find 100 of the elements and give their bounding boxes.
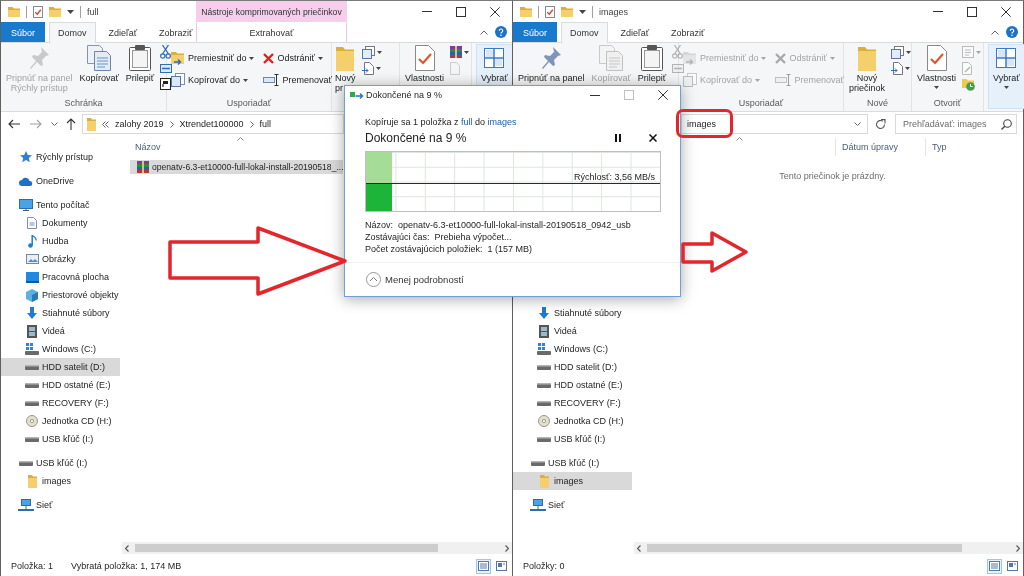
nav-item[interactable]: HDD satelit (D:) bbox=[1, 358, 120, 376]
nav-item[interactable]: images bbox=[513, 472, 632, 490]
nav-item[interactable]: Dokumenty bbox=[1, 214, 120, 232]
select-button[interactable]: Vybrať bbox=[988, 44, 1024, 109]
nav-item[interactable]: images bbox=[1, 472, 120, 490]
details-view-button[interactable] bbox=[476, 558, 491, 574]
target-folder-link[interactable]: images bbox=[487, 117, 517, 127]
caret-up-icon[interactable] bbox=[480, 29, 488, 35]
file-row[interactable]: openatv-6.3-et10000-full-lokal-install-20190518_... bbox=[130, 160, 343, 174]
nav-item[interactable]: RECOVERY (F:) bbox=[1, 394, 120, 412]
ribbon-tab[interactable]: Domov bbox=[561, 22, 608, 43]
nav-item[interactable]: Rýchly prístup bbox=[1, 148, 120, 166]
nav-item[interactable]: Stiahnuté súbory bbox=[513, 304, 632, 322]
cut-button[interactable] bbox=[160, 44, 173, 60]
breadcrumb[interactable]: zalohy 2019 bbox=[115, 119, 164, 129]
ribbon-tab[interactable]: Zdieľať bbox=[611, 22, 659, 42]
large-icons-view-button[interactable] bbox=[494, 558, 509, 574]
paste-button[interactable]: Prilepiť bbox=[122, 44, 158, 97]
chevron-right-icon[interactable] bbox=[1016, 544, 1020, 552]
network-icon bbox=[18, 499, 34, 511]
checkmark-page-icon[interactable] bbox=[33, 5, 43, 18]
column-header[interactable]: Typ bbox=[932, 142, 947, 152]
chevron-right-icon[interactable] bbox=[169, 120, 174, 128]
caret-icon[interactable] bbox=[67, 9, 74, 14]
breadcrumb[interactable]: Xtrendet100000 bbox=[179, 119, 244, 129]
nav-item[interactable]: Stiahnuté súbory bbox=[1, 304, 120, 322]
column-header[interactable]: Názov bbox=[135, 142, 161, 152]
file-tab[interactable]: Súbor bbox=[1, 22, 46, 42]
nav-item[interactable]: Videá bbox=[513, 322, 632, 340]
breadcrumb[interactable]: full bbox=[259, 119, 272, 129]
nav-item[interactable]: USB kľúč (I:) bbox=[513, 430, 632, 448]
nav-item[interactable]: Sieť bbox=[1, 496, 120, 514]
nav-item[interactable]: Jednotka CD (H:) bbox=[1, 412, 120, 430]
double-chevron-icon[interactable] bbox=[102, 120, 109, 128]
nav-item[interactable]: USB kľúč (I:) bbox=[1, 454, 120, 472]
group-label: Usporiadať bbox=[225, 97, 273, 110]
nav-item[interactable]: Sieť bbox=[513, 496, 632, 514]
nav-item[interactable]: Windows (C:) bbox=[513, 340, 632, 358]
nav-item[interactable]: Obrázky bbox=[1, 250, 120, 268]
address-field[interactable]: zalohy 2019 Xtrendet100000 full bbox=[82, 114, 344, 134]
nav-item[interactable]: USB kľúč (I:) bbox=[1, 430, 120, 448]
copy-button[interactable]: Kopírovať bbox=[76, 44, 122, 97]
nav-item[interactable]: Jednotka CD (H:) bbox=[513, 412, 632, 430]
help-icon[interactable] bbox=[495, 26, 507, 38]
caret-up-icon[interactable] bbox=[991, 29, 999, 35]
refresh-icon bbox=[874, 118, 886, 130]
scrollbar-thumb[interactable] bbox=[647, 544, 962, 552]
horizontal-scrollbar[interactable] bbox=[634, 542, 1023, 554]
pin-button[interactable]: Pripnúť na panel bbox=[515, 44, 588, 97]
page-pencil-icon bbox=[962, 61, 974, 75]
network-icon bbox=[530, 499, 546, 511]
chevron-left-icon[interactable] bbox=[125, 544, 129, 552]
help-icon[interactable] bbox=[1006, 26, 1018, 38]
nav-item[interactable]: HDD ostatné (E:) bbox=[1, 376, 120, 394]
minimize-icon bbox=[422, 11, 432, 12]
nav-item[interactable]: Videá bbox=[1, 322, 120, 340]
details-view-button[interactable] bbox=[987, 558, 1002, 574]
paste-shortcut-button[interactable] bbox=[160, 76, 173, 92]
large-icons-view-button[interactable] bbox=[1005, 558, 1020, 574]
address-field[interactable]: images bbox=[681, 114, 868, 134]
ribbon-tab[interactable]: Zdieľať bbox=[99, 22, 147, 42]
new-item-button[interactable] bbox=[891, 44, 912, 60]
delete-button[interactable]: Odstrániť bbox=[262, 47, 333, 69]
ribbon-tab[interactable]: Zobraziť bbox=[662, 22, 714, 42]
books-icon bbox=[450, 46, 463, 58]
scrollbar-thumb[interactable] bbox=[135, 544, 438, 552]
horizontal-scrollbar[interactable] bbox=[122, 542, 512, 554]
rename-button[interactable]: Premenovať bbox=[262, 69, 333, 91]
caret-icon[interactable] bbox=[579, 9, 586, 14]
search-field[interactable]: Prehľadávať: images bbox=[895, 114, 1017, 134]
chevron-right-icon[interactable] bbox=[505, 544, 509, 552]
chevron-down-icon[interactable] bbox=[854, 122, 861, 126]
fewer-details-button[interactable]: Menej podrobností bbox=[366, 272, 464, 287]
nav-item[interactable]: RECOVERY (F:) bbox=[513, 394, 632, 412]
nav-item[interactable]: USB kľúč (I:) bbox=[513, 454, 632, 472]
nav-item[interactable]: Pracovná plocha bbox=[1, 268, 120, 286]
copy-to-button[interactable]: Kopírovať do bbox=[170, 69, 256, 91]
nav-item[interactable]: Hudba bbox=[1, 232, 120, 250]
nav-item[interactable]: Tento počítač bbox=[1, 196, 120, 214]
move-to-button[interactable]: Premiestniť do bbox=[170, 47, 256, 69]
column-header[interactable]: Dátum úpravy bbox=[842, 142, 899, 152]
ribbon-tab[interactable]: Domov bbox=[49, 22, 96, 43]
file-tab[interactable]: Súbor bbox=[513, 22, 558, 42]
nav-item[interactable]: Windows (C:) bbox=[1, 340, 120, 358]
new-folder-button[interactable]: Nový priečinok bbox=[846, 44, 889, 97]
nav-item[interactable]: HDD ostatné (E:) bbox=[513, 376, 632, 394]
chevron-left-icon[interactable] bbox=[637, 544, 641, 552]
new-item-button[interactable] bbox=[361, 44, 382, 60]
easy-access-button[interactable] bbox=[891, 60, 912, 76]
books-icon bbox=[137, 161, 149, 173]
source-folder-link[interactable]: full bbox=[461, 117, 473, 127]
archive-button[interactable] bbox=[450, 44, 470, 60]
chevron-right-icon[interactable] bbox=[249, 120, 254, 128]
nav-item[interactable]: Priestorové objekty bbox=[1, 286, 120, 304]
easy-access-button[interactable] bbox=[361, 60, 382, 76]
nav-item[interactable]: OneDrive bbox=[1, 172, 120, 190]
stacked-pages-icon bbox=[171, 73, 185, 87]
nav-item[interactable]: HDD satelit (D:) bbox=[513, 358, 632, 376]
properties-button[interactable]: Vlastnosti bbox=[914, 44, 960, 97]
checkmark-page-icon[interactable] bbox=[545, 5, 555, 18]
